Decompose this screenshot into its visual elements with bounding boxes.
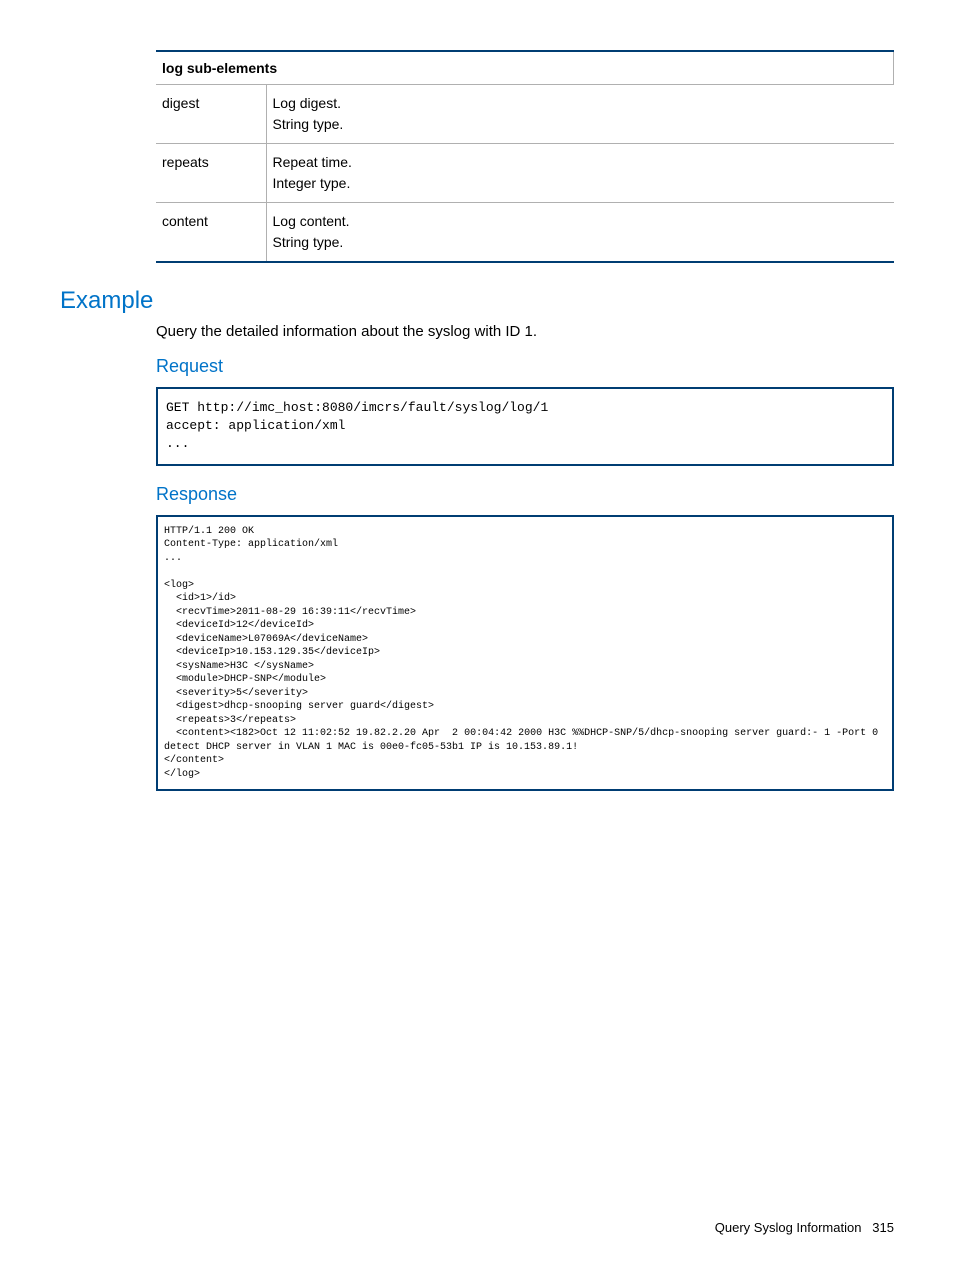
table-row: content Log content.String type. [156,203,894,263]
log-sub-elements-table: log sub-elements digest Log digest.Strin… [156,50,894,263]
footer-title: Query Syslog Information [715,1220,862,1235]
request-code: GET http://imc_host:8080/imcrs/fault/sys… [156,387,894,466]
footer-page: 315 [872,1220,894,1235]
row-desc: Log content.String type. [266,203,894,263]
table-row: digest Log digest.String type. [156,85,894,144]
response-heading: Response [156,484,894,505]
row-desc: Log digest.String type. [266,85,894,144]
row-name: content [156,203,266,263]
table-header: log sub-elements [156,51,894,85]
row-name: repeats [156,144,266,203]
page-footer: Query Syslog Information 315 [715,1220,894,1235]
example-heading: Example [60,287,894,315]
example-intro: Query the detailed information about the… [156,323,894,340]
row-desc: Repeat time.Integer type. [266,144,894,203]
row-name: digest [156,85,266,144]
table-row: repeats Repeat time.Integer type. [156,144,894,203]
request-heading: Request [156,356,894,377]
response-code: HTTP/1.1 200 OK Content-Type: applicatio… [156,515,894,792]
